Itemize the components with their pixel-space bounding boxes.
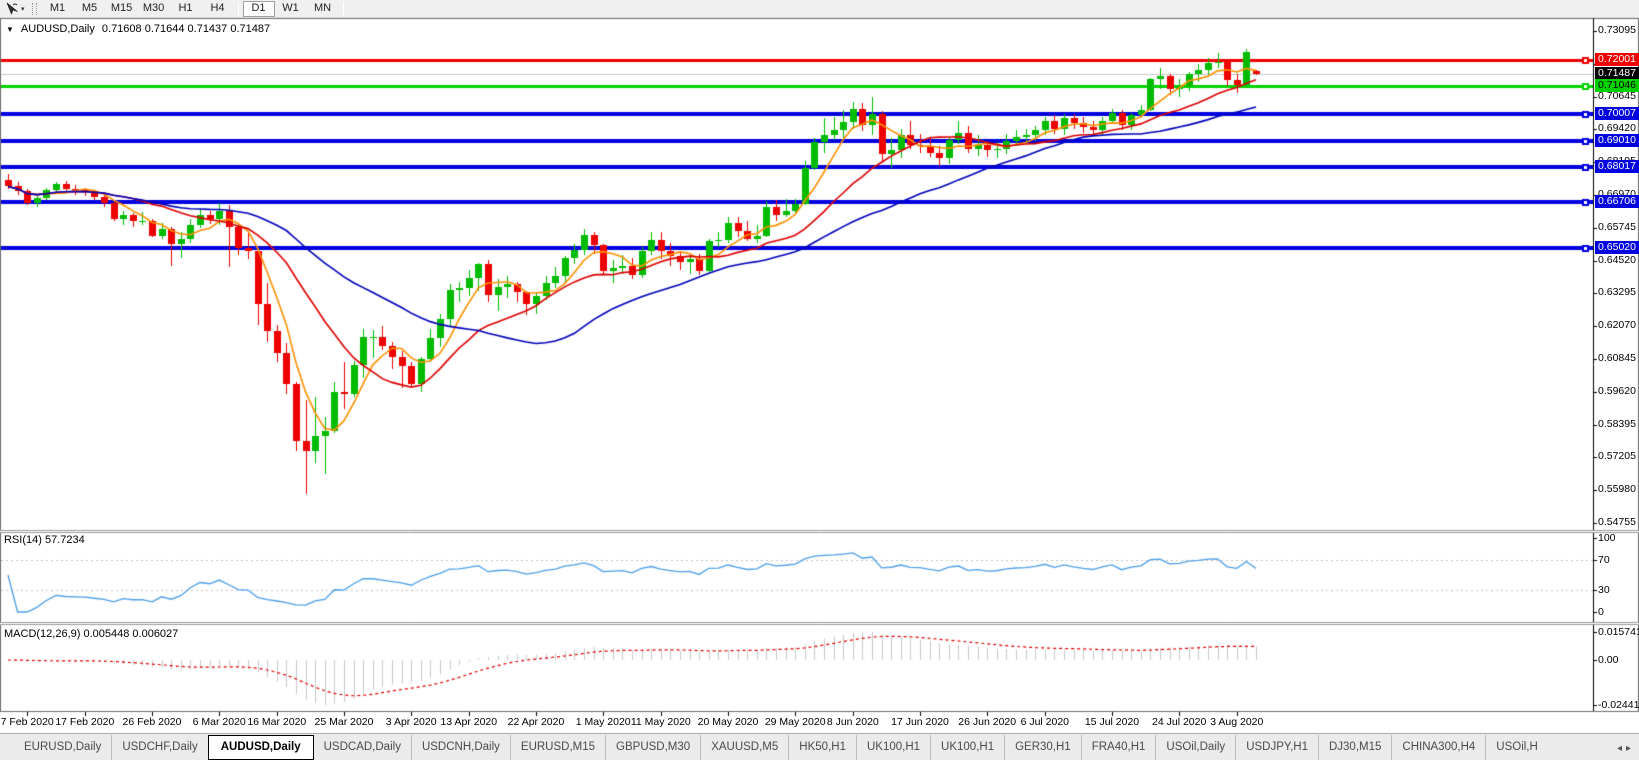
timeframe-button-d1[interactable]: D1 <box>243 1 275 17</box>
chart-tab-fra40-h1[interactable]: FRA40,H1 <box>1081 735 1156 760</box>
date-axis-label: 3 Aug 2020 <box>1200 716 1274 728</box>
chart-tab-xauusd-m5[interactable]: XAUUSD,M5 <box>700 735 788 760</box>
date-axis-label: 25 Mar 2020 <box>307 716 381 728</box>
price-axis-tick: 0.54755 <box>1598 516 1639 529</box>
date-axis-label: 16 Mar 2020 <box>240 716 314 728</box>
rsi-axis-tick: 70 <box>1598 554 1639 567</box>
price-level-label-support-line[interactable]: 0.68017 <box>1595 160 1639 173</box>
price-axis-tick: 0.58395 <box>1598 418 1639 431</box>
chart-tab-usoil-daily[interactable]: USOil,Daily <box>1155 735 1235 760</box>
chart-tab-dj30-m15[interactable]: DJ30,M15 <box>1318 735 1391 760</box>
price-level-label-support-line[interactable]: 0.69010 <box>1595 134 1639 147</box>
price-level-label-support-line[interactable]: 0.71046 <box>1595 79 1639 92</box>
timeframe-button-h4[interactable]: H4 <box>202 1 234 17</box>
price-level-label-support-line[interactable]: 0.65020 <box>1595 241 1639 254</box>
macd-axis-tick: 0.015741 <box>1598 626 1639 639</box>
rsi-axis-tick: 30 <box>1598 584 1639 597</box>
chart-dropdown-icon: ▼ <box>6 25 14 34</box>
rsi-axis-tick: 0 <box>1598 606 1639 619</box>
timeframe-button-m1[interactable]: M1 <box>42 1 74 17</box>
chart-tab-bar: EURUSD,DailyUSDCHF,DailyAUDUSD,DailyUSDC… <box>0 733 1639 760</box>
chevron-down-icon: ▾ <box>21 5 25 13</box>
timeframe-button-h1[interactable]: H1 <box>170 1 202 17</box>
timeframe-button-mn[interactable]: MN <box>307 1 339 17</box>
chart-tab-usdchf-daily[interactable]: USDCHF,Daily <box>111 735 207 760</box>
price-level-label-resistance-line[interactable]: 0.72001 <box>1595 53 1639 66</box>
chart-tab-usoil-h[interactable]: USOil,H <box>1485 735 1548 760</box>
price-axis-tick: 0.60845 <box>1598 352 1639 365</box>
price-axis-tick: 0.64520 <box>1598 254 1639 267</box>
toolbar-separator <box>238 2 239 16</box>
chart-tab-usdjpy-h1[interactable]: USDJPY,H1 <box>1235 735 1318 760</box>
chart-title: ▼ AUDUSD,Daily 0.71608 0.71644 0.71437 0… <box>6 23 270 35</box>
tabs-scroll-left-icon[interactable]: ◂ <box>1617 743 1626 754</box>
chart-tab-eurusd-m15[interactable]: EURUSD,M15 <box>510 735 605 760</box>
date-axis-label: 17 Feb 2020 <box>48 716 122 728</box>
rsi-indicator-label: RSI(14) 57.7234 <box>4 534 85 546</box>
cursor-draw-icon <box>5 2 19 16</box>
chart-tab-hk50-h1[interactable]: HK50,H1 <box>788 735 856 760</box>
price-axis-tick: 0.63295 <box>1598 286 1639 299</box>
price-axis-tick: 0.57205 <box>1598 450 1639 463</box>
chart-tab-ger30-h1[interactable]: GER30,H1 <box>1004 735 1081 760</box>
tabs-scroll-right-icon[interactable]: ▸ <box>1626 743 1635 754</box>
price-axis-tick: 0.73095 <box>1598 24 1639 37</box>
chart-tab-uk100-h1[interactable]: UK100,H1 <box>856 735 930 760</box>
macd-axis-tick: -0.024412 <box>1598 699 1639 712</box>
timeframe-button-w1[interactable]: W1 <box>275 1 307 17</box>
toolbar-grip[interactable] <box>32 3 37 15</box>
timeframe-buttons: M1M5M15M30H1H4 D1W1MN <box>42 1 348 17</box>
rsi-axis-tick: 100 <box>1598 532 1639 545</box>
price-axis-tick: 0.55980 <box>1598 483 1639 496</box>
price-level-label-support-line[interactable]: 0.70007 <box>1595 107 1639 120</box>
chart-tab-usdcnh-daily[interactable]: USDCNH,Daily <box>411 735 510 760</box>
cursor-draw-tool-button[interactable]: ▾ <box>0 1 28 17</box>
date-axis-label: 13 Apr 2020 <box>432 716 506 728</box>
chart-tab-uk100-h1[interactable]: UK100,H1 <box>930 735 1004 760</box>
chart-tab-usdcad-daily[interactable]: USDCAD,Daily <box>314 735 411 760</box>
chart-tab-eurusd-daily[interactable]: EURUSD,Daily <box>14 735 111 760</box>
price-axis-tick: 0.65745 <box>1598 221 1639 234</box>
date-axis-label: 6 Jul 2020 <box>1008 716 1082 728</box>
chart-ohlc-values: 0.71608 0.71644 0.71437 0.71487 <box>102 23 270 35</box>
date-axis-label: 22 Apr 2020 <box>499 716 573 728</box>
date-axis-label: 26 Feb 2020 <box>115 716 189 728</box>
chart-tab-audusd-daily[interactable]: AUDUSD,Daily <box>208 735 314 760</box>
timeframe-button-m30[interactable]: M30 <box>138 1 170 17</box>
date-axis-label: 20 May 2020 <box>691 716 765 728</box>
date-axis-label: 17 Jun 2020 <box>883 716 957 728</box>
price-axis-tick: 0.62070 <box>1598 319 1639 332</box>
chart-tab-gbpusd-m30[interactable]: GBPUSD,M30 <box>605 735 700 760</box>
price-level-label-support-line[interactable]: 0.66706 <box>1595 195 1639 208</box>
chart-tab-china300-h4[interactable]: CHINA300,H4 <box>1391 735 1485 760</box>
macd-axis-tick: 0.00 <box>1598 654 1639 667</box>
date-axis-label: 11 May 2020 <box>624 716 698 728</box>
price-axis-tick: 0.59620 <box>1598 385 1639 398</box>
date-axis-label: 15 Jul 2020 <box>1075 716 1149 728</box>
toolbar: ▾ M1M5M15M30H1H4 D1W1MN <box>0 0 1639 18</box>
macd-indicator-label: MACD(12,26,9) 0.005448 0.006027 <box>4 628 178 640</box>
chart-symbol-label: AUDUSD,Daily <box>21 23 95 35</box>
chart-canvas[interactable] <box>0 0 1639 760</box>
date-axis-label: 8 Jun 2020 <box>816 716 890 728</box>
toolbar-separator <box>343 2 344 16</box>
timeframe-button-m15[interactable]: M15 <box>106 1 138 17</box>
tab-scroll-controls: ◂▸ <box>1617 743 1635 754</box>
timeframe-button-m5[interactable]: M5 <box>74 1 106 17</box>
